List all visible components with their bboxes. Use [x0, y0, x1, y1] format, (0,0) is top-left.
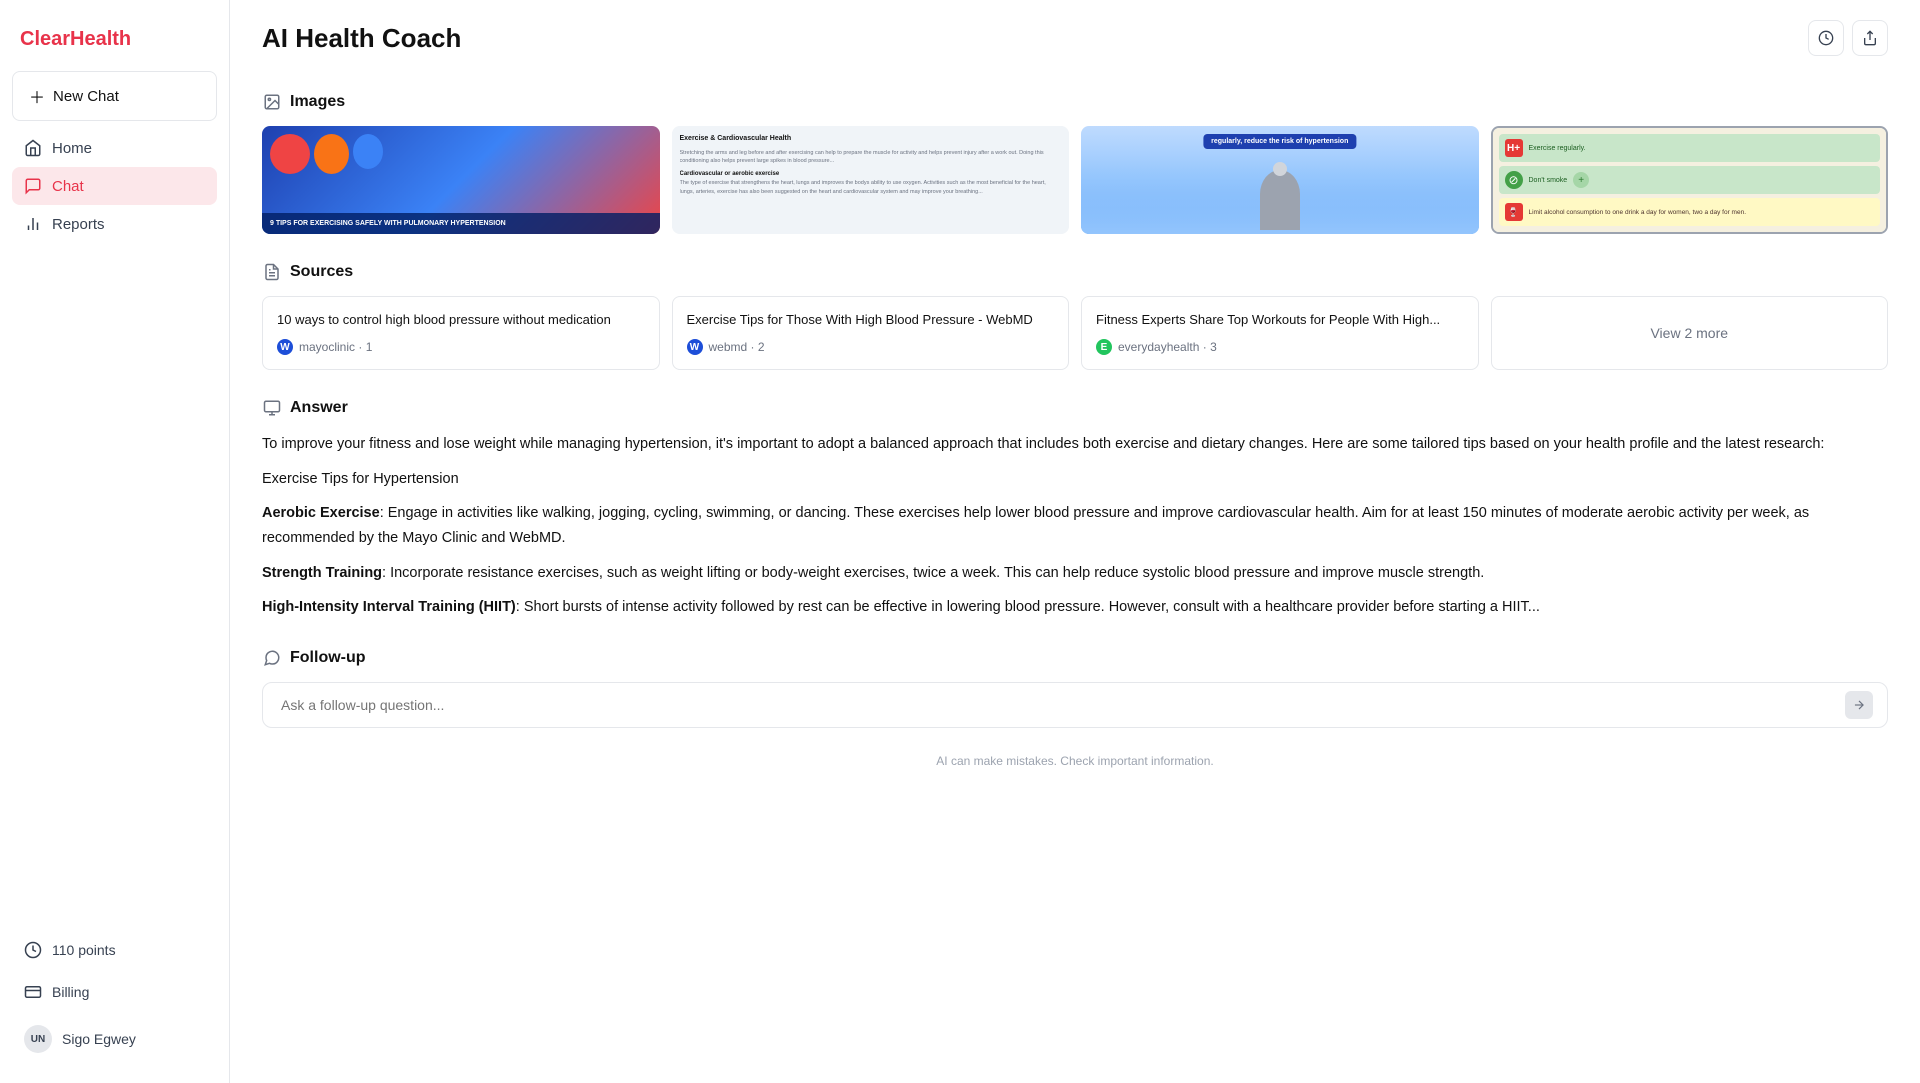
sidebar-bottom: 110 points Billing UN Sigo Egwey: [12, 931, 217, 1063]
images-section: Images 9 TIPS FOR EXERCISING SAFELY WITH…: [262, 92, 1888, 234]
source-card-1[interactable]: 10 ways to control high blood pressure w…: [262, 296, 660, 370]
page-header: AI Health Coach: [230, 0, 1920, 72]
image-card-3[interactable]: regularly, reduce the risk of hypertensi…: [1081, 126, 1479, 234]
content-area: Images 9 TIPS FOR EXERCISING SAFELY WITH…: [230, 72, 1920, 1083]
header-actions: [1808, 20, 1888, 56]
tip1-text: : Engage in activities like walking, jog…: [262, 505, 1809, 546]
main-nav: Home Chat Reports: [12, 129, 217, 243]
followup-section: Follow-up: [262, 648, 1888, 728]
image-card-1[interactable]: 9 TIPS FOR EXERCISING SAFELY WITH PULMON…: [262, 126, 660, 234]
source-title-2: Exercise Tips for Those With High Blood …: [687, 311, 1055, 329]
sidebar-item-home[interactable]: Home: [12, 129, 217, 167]
plus-icon: ＋: [29, 84, 45, 108]
tip3-bold: High-Intensity Interval Training (HIIT): [262, 599, 516, 615]
billing-icon: [24, 983, 42, 1001]
sidebar: ClearHealth ＋ New Chat Home Chat: [0, 0, 230, 1083]
share-button[interactable]: [1852, 20, 1888, 56]
images-grid: 9 TIPS FOR EXERCISING SAFELY WITH PULMON…: [262, 126, 1888, 234]
followup-heading-text: Follow-up: [290, 649, 366, 667]
followup-input[interactable]: [281, 697, 1839, 713]
sources-grid: 10 ways to control high blood pressure w…: [262, 296, 1888, 370]
source-favicon-3: E: [1096, 339, 1112, 355]
sources-section: Sources 10 ways to control high blood pr…: [262, 262, 1888, 370]
images-heading-text: Images: [290, 93, 345, 111]
answer-subtitle: Exercise Tips for Hypertension: [262, 467, 1888, 492]
new-chat-label: New Chat: [53, 88, 119, 105]
answer-icon: [262, 398, 282, 418]
source-title-3: Fitness Experts Share Top Workouts for P…: [1096, 311, 1464, 329]
source-meta-1: W mayoclinic · 1: [277, 339, 645, 355]
home-label: Home: [52, 140, 92, 157]
source-favicon-2: W: [687, 339, 703, 355]
source-meta-3: E everydayhealth · 3: [1096, 339, 1464, 355]
answer-heading: Answer: [262, 398, 1888, 418]
source-site-2: webmd · 2: [709, 340, 765, 354]
answer-text: To improve your fitness and lose weight …: [262, 432, 1888, 620]
app-logo: ClearHealth: [12, 20, 217, 71]
user-item[interactable]: UN Sigo Egwey: [12, 1015, 217, 1063]
chat-icon: [24, 177, 42, 195]
answer-tip-3: High-Intensity Interval Training (HIIT):…: [262, 595, 1888, 620]
tip1-bold: Aerobic Exercise: [262, 505, 380, 521]
reports-icon: [24, 215, 42, 233]
image-card-2[interactable]: Exercise & Cardiovascular Health Stretch…: [672, 126, 1070, 234]
source-card-2[interactable]: Exercise Tips for Those With High Blood …: [672, 296, 1070, 370]
sidebar-item-reports[interactable]: Reports: [12, 205, 217, 243]
tip2-text: : Incorporate resistance exercises, such…: [382, 565, 1484, 581]
points-label: 110 points: [52, 942, 116, 958]
page-title: AI Health Coach: [262, 23, 461, 54]
points-icon: [24, 941, 42, 959]
images-heading: Images: [262, 92, 1888, 112]
answer-heading-text: Answer: [290, 399, 348, 417]
new-chat-button[interactable]: ＋ New Chat: [12, 71, 217, 121]
answer-intro: To improve your fitness and lose weight …: [262, 432, 1888, 457]
main-content: AI Health Coach: [230, 0, 1920, 1083]
sources-heading-text: Sources: [290, 263, 353, 281]
source-title-1: 10 ways to control high blood pressure w…: [277, 311, 645, 329]
source-site-1: mayoclinic · 1: [299, 340, 372, 354]
source-card-3[interactable]: Fitness Experts Share Top Workouts for P…: [1081, 296, 1479, 370]
home-icon: [24, 139, 42, 157]
source-meta-2: W webmd · 2: [687, 339, 1055, 355]
answer-tip-1: Aerobic Exercise: Engage in activities l…: [262, 501, 1888, 550]
tip3-text: : Short bursts of intense activity follo…: [516, 599, 1540, 615]
followup-heading: Follow-up: [262, 648, 1888, 668]
avatar: UN: [24, 1025, 52, 1053]
tip2-bold: Strength Training: [262, 565, 382, 581]
chat-label: Chat: [52, 178, 84, 195]
followup-input-wrap: [262, 682, 1888, 728]
answer-section: Answer To improve your fitness and lose …: [262, 398, 1888, 620]
images-icon: [262, 92, 282, 112]
sources-heading: Sources: [262, 262, 1888, 282]
user-name: Sigo Egwey: [62, 1031, 136, 1047]
image-card-4[interactable]: H+ Exercise regularly. ⊘ Don't smoke + 🍷…: [1491, 126, 1889, 234]
source-favicon-1: W: [277, 339, 293, 355]
source-site-3: everydayhealth · 3: [1118, 340, 1217, 354]
view-more-card[interactable]: View 2 more: [1491, 296, 1889, 370]
sidebar-item-chat[interactable]: Chat: [12, 167, 217, 205]
view-more-label: View 2 more: [1650, 325, 1728, 341]
points-item[interactable]: 110 points: [12, 931, 217, 969]
billing-label: Billing: [52, 984, 89, 1000]
billing-item[interactable]: Billing: [12, 973, 217, 1011]
sources-icon: [262, 262, 282, 282]
history-button[interactable]: [1808, 20, 1844, 56]
reports-label: Reports: [52, 216, 105, 233]
followup-submit-button[interactable]: [1845, 691, 1873, 719]
answer-tip-2: Strength Training: Incorporate resistanc…: [262, 561, 1888, 586]
disclaimer: AI can make mistakes. Check important in…: [262, 744, 1888, 778]
followup-icon: [262, 648, 282, 668]
